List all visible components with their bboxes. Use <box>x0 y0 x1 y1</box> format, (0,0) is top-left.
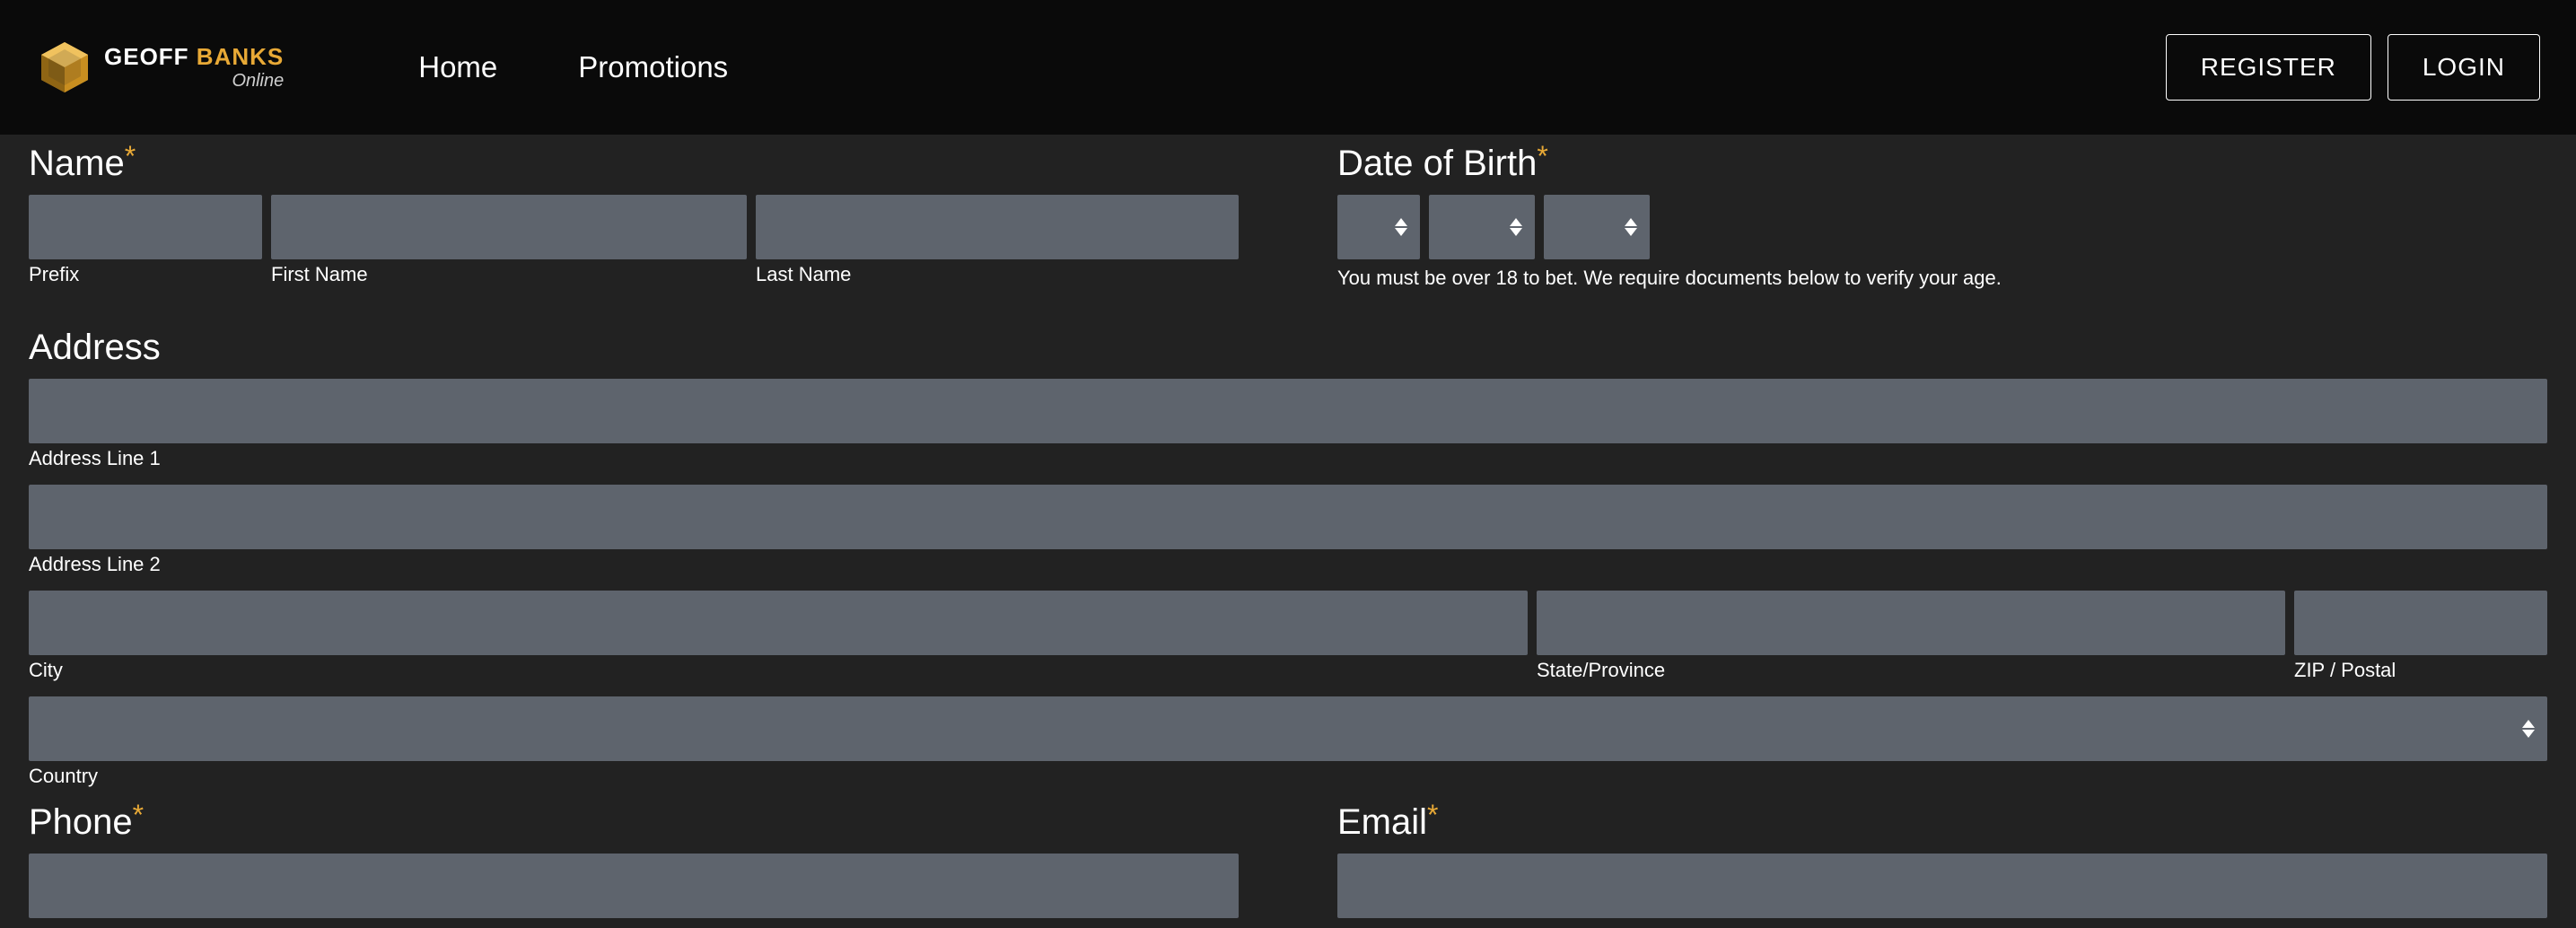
email-title: Email* <box>1337 802 2547 843</box>
country-select[interactable] <box>29 696 2547 761</box>
nav-promotions[interactable]: Promotions <box>578 50 728 84</box>
required-asterisk: * <box>125 140 136 172</box>
address-line1-label: Address Line 1 <box>29 447 2547 470</box>
required-asterisk: * <box>1537 140 1547 172</box>
phone-section: Phone* <box>29 793 1239 918</box>
last-name-input[interactable] <box>756 195 1239 259</box>
first-name-label: First Name <box>271 263 747 286</box>
logo-text: GEOFF BANKS Online <box>104 43 284 92</box>
zip-label: ZIP / Postal <box>2294 659 2547 682</box>
phone-title: Phone* <box>29 802 1239 843</box>
state-label: State/Province <box>1537 659 2285 682</box>
header-buttons: REGISTER LOGIN <box>2166 34 2540 101</box>
logo-word-1: GEOFF <box>104 43 189 70</box>
dob-title-text: Date of Birth <box>1337 144 1537 183</box>
address-line2-label: Address Line 2 <box>29 553 2547 576</box>
dob-section: Date of Birth* <box>1337 135 2547 290</box>
dob-title: Date of Birth* <box>1337 144 2547 184</box>
city-input[interactable] <box>29 591 1528 655</box>
address-line1-input[interactable] <box>29 379 2547 443</box>
dob-year-select[interactable] <box>1544 195 1650 259</box>
dob-helper-text: You must be over 18 to bet. We require d… <box>1337 267 2547 290</box>
name-section: Name* Prefix First Name Last Name <box>29 135 1239 290</box>
dob-month-select[interactable] <box>1429 195 1535 259</box>
required-asterisk: * <box>1427 799 1438 831</box>
country-label: Country <box>29 765 2547 788</box>
state-input[interactable] <box>1537 591 2285 655</box>
zip-input[interactable] <box>2294 591 2547 655</box>
email-section: Email* <box>1337 793 2547 918</box>
header: GEOFF BANKS Online Home Promotions REGIS… <box>0 0 2576 135</box>
email-input[interactable] <box>1337 854 2547 918</box>
nav-home[interactable]: Home <box>418 50 497 84</box>
logo[interactable]: GEOFF BANKS Online <box>36 39 284 96</box>
first-name-input[interactable] <box>271 195 747 259</box>
last-name-label: Last Name <box>756 263 1239 286</box>
name-title: Name* <box>29 144 1239 184</box>
phone-title-text: Phone <box>29 802 133 842</box>
city-label: City <box>29 659 1528 682</box>
address-title: Address <box>29 328 2547 368</box>
required-asterisk: * <box>133 799 144 831</box>
login-button[interactable]: LOGIN <box>2388 34 2540 101</box>
prefix-input[interactable] <box>29 195 262 259</box>
prefix-label: Prefix <box>29 263 262 286</box>
register-button[interactable]: REGISTER <box>2166 34 2371 101</box>
address-section: Address Address Line 1 Address Line 2 Ci… <box>29 328 2547 788</box>
name-title-text: Name <box>29 144 125 183</box>
phone-input[interactable] <box>29 854 1239 918</box>
logo-subtext: Online <box>104 71 284 92</box>
email-title-text: Email <box>1337 802 1427 842</box>
logo-word-2: BANKS <box>197 43 284 70</box>
address-line2-input[interactable] <box>29 485 2547 549</box>
dob-day-select[interactable] <box>1337 195 1420 259</box>
main-nav: Home Promotions <box>418 50 728 84</box>
logo-hex-icon <box>36 39 93 96</box>
registration-form: Name* Prefix First Name Last Name Da <box>0 135 2576 918</box>
